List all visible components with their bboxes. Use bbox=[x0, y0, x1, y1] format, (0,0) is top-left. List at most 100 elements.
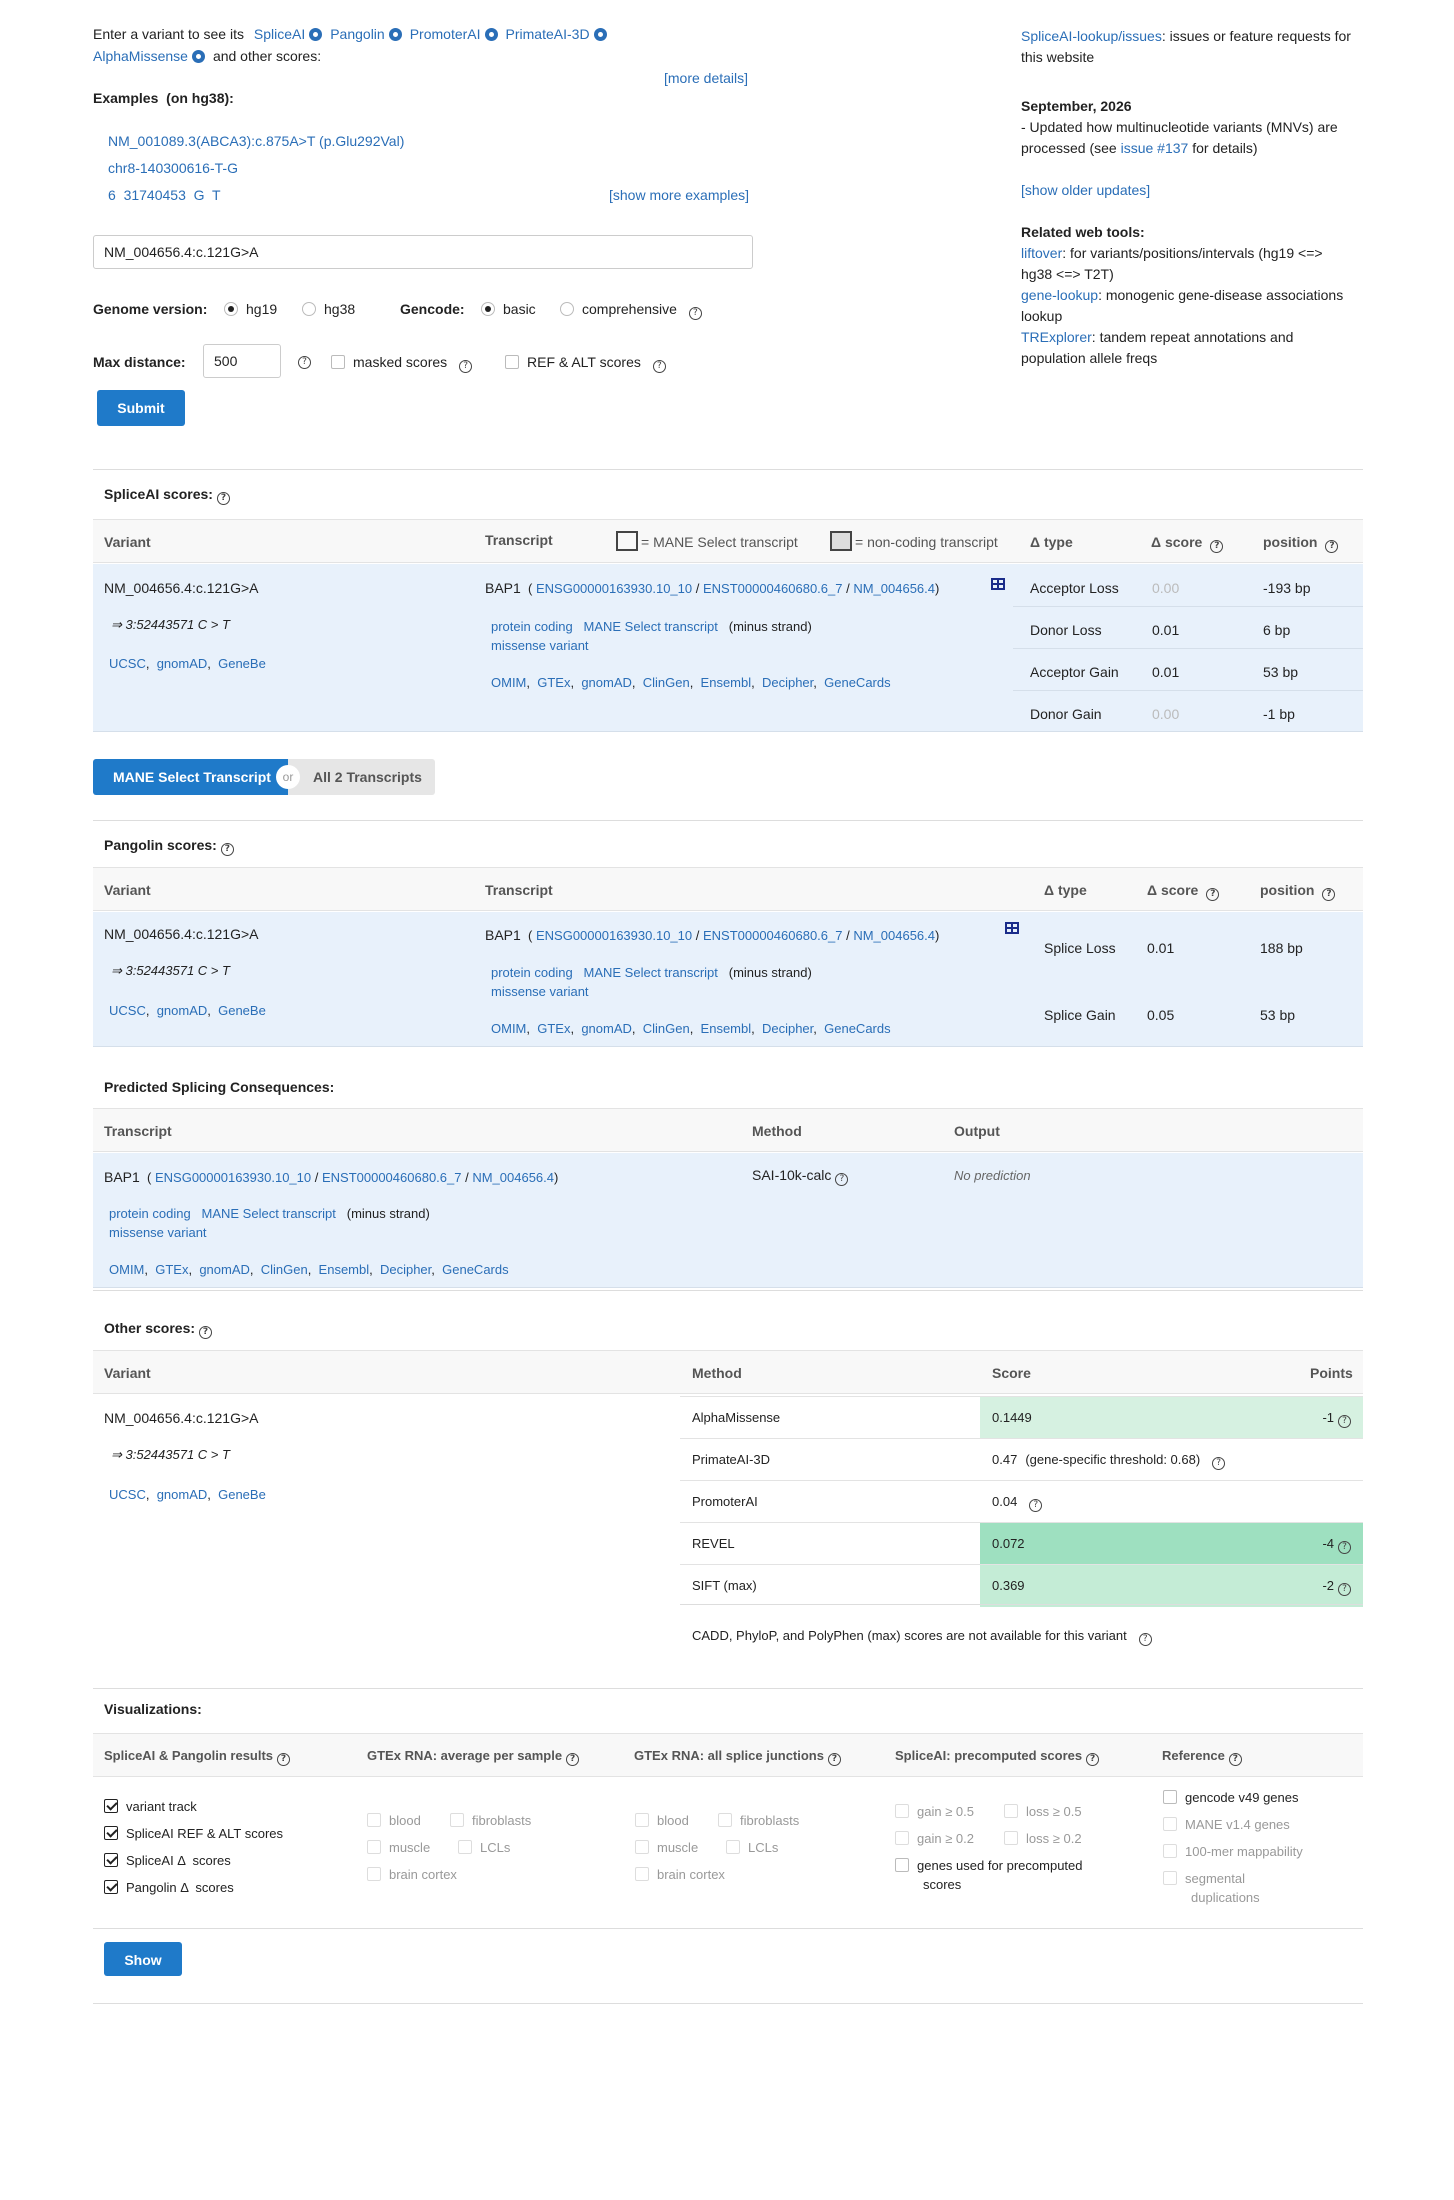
show-older-link[interactable]: [show older updates] bbox=[1021, 182, 1150, 198]
ensembl-link[interactable]: Ensembl bbox=[701, 1021, 752, 1036]
precomp-gain05-checkbox[interactable]: gain ≥ 0.5 bbox=[895, 1804, 974, 1819]
omim-link[interactable]: OMIM bbox=[491, 675, 526, 690]
checkbox-icon[interactable] bbox=[726, 1840, 740, 1854]
github-icon[interactable] bbox=[388, 28, 402, 41]
checkbox-icon[interactable] bbox=[367, 1813, 381, 1827]
help-icon[interactable]: ? bbox=[1210, 540, 1224, 553]
precomp-loss05-checkbox[interactable]: loss ≥ 0.5 bbox=[1004, 1804, 1082, 1819]
genome-hg19-radio[interactable]: hg19 bbox=[224, 301, 277, 317]
ref-segdup-checkbox[interactable]: segmental bbox=[1163, 1871, 1245, 1886]
nm-link[interactable]: NM_004656.4 bbox=[853, 928, 935, 943]
checkbox-icon[interactable] bbox=[718, 1813, 732, 1827]
more-details-link[interactable]: [more details] bbox=[664, 70, 748, 86]
genome-hg38-radio[interactable]: hg38 bbox=[302, 301, 355, 317]
ref-alt-checkbox[interactable]: REF & ALT scores? bbox=[505, 354, 666, 373]
example-link-3[interactable]: 6 31740453 G T bbox=[108, 187, 221, 203]
show-more-examples-link[interactable]: [show more examples] bbox=[609, 187, 749, 203]
gene-lookup-link[interactable]: gene-lookup bbox=[1021, 287, 1098, 303]
help-icon[interactable]: ? bbox=[1086, 1753, 1100, 1766]
help-icon[interactable]: ? bbox=[1338, 1415, 1351, 1428]
gnomad-gene-link[interactable]: gnomAD bbox=[199, 1262, 250, 1277]
checkbox-icon[interactable] bbox=[895, 1858, 909, 1872]
help-icon[interactable]: ? bbox=[1206, 888, 1220, 901]
checkbox-icon[interactable] bbox=[367, 1840, 381, 1854]
genecards-link[interactable]: GeneCards bbox=[442, 1262, 508, 1277]
github-icon[interactable] bbox=[309, 28, 323, 41]
show-button[interactable]: Show bbox=[104, 1942, 182, 1976]
omim-link[interactable]: OMIM bbox=[491, 1021, 526, 1036]
ensg-link[interactable]: ENSG00000163930.10_10 bbox=[536, 928, 692, 943]
gnomad-link[interactable]: gnomAD bbox=[157, 1003, 208, 1018]
decipher-link[interactable]: Decipher bbox=[762, 1021, 813, 1036]
help-icon[interactable]: ? bbox=[827, 1753, 841, 1766]
primateai-link[interactable]: PrimateAI-3D bbox=[506, 26, 590, 42]
genecards-link[interactable]: GeneCards bbox=[824, 1021, 890, 1036]
genebe-link[interactable]: GeneBe bbox=[218, 1487, 266, 1502]
ucsc-link[interactable]: UCSC bbox=[109, 1003, 146, 1018]
consequence-link[interactable]: missense variant bbox=[491, 984, 589, 999]
radio-icon[interactable] bbox=[224, 302, 238, 316]
consequence-link[interactable]: missense variant bbox=[109, 1225, 207, 1240]
gtex-junc-fibroblasts-checkbox[interactable]: fibroblasts bbox=[718, 1813, 799, 1828]
biotype-link[interactable]: protein coding bbox=[109, 1206, 191, 1221]
radio-icon[interactable] bbox=[302, 302, 316, 316]
table-icon[interactable] bbox=[1005, 922, 1019, 934]
gnomad-gene-link[interactable]: gnomAD bbox=[581, 1021, 632, 1036]
ensembl-link[interactable]: Ensembl bbox=[701, 675, 752, 690]
issue-137-link[interactable]: issue #137 bbox=[1121, 140, 1189, 156]
gnomad-link[interactable]: gnomAD bbox=[157, 1487, 208, 1502]
help-icon[interactable]: ? bbox=[652, 360, 666, 373]
checkbox-icon[interactable] bbox=[331, 355, 345, 369]
checkbox-icon[interactable] bbox=[635, 1813, 649, 1827]
gtex-junc-brain-checkbox[interactable]: brain cortex bbox=[635, 1867, 725, 1882]
gencode-comprehensive-radio[interactable]: comprehensive? bbox=[560, 301, 702, 320]
consequence-link[interactable]: missense variant bbox=[491, 638, 589, 653]
genecards-link[interactable]: GeneCards bbox=[824, 675, 890, 690]
gencode-basic-radio[interactable]: basic bbox=[481, 301, 536, 317]
checkbox-icon[interactable] bbox=[104, 1826, 118, 1840]
table-icon[interactable] bbox=[991, 578, 1005, 590]
issues-link[interactable]: SpliceAI-lookup/issues bbox=[1021, 28, 1162, 44]
max-distance-input[interactable]: 500 bbox=[203, 344, 281, 378]
example-link-2[interactable]: chr8-140300616-T-G bbox=[108, 160, 238, 176]
gtex-avg-fibroblasts-checkbox[interactable]: fibroblasts bbox=[450, 1813, 531, 1828]
checkbox-icon[interactable] bbox=[635, 1840, 649, 1854]
gtex-avg-lcls-checkbox[interactable]: LCLs bbox=[458, 1840, 510, 1855]
radio-icon[interactable] bbox=[481, 302, 495, 316]
gtex-junc-lcls-checkbox[interactable]: LCLs bbox=[726, 1840, 778, 1855]
ref-mane-checkbox[interactable]: MANE v1.4 genes bbox=[1163, 1817, 1290, 1832]
ref-gencode-checkbox[interactable]: gencode v49 genes bbox=[1163, 1790, 1298, 1805]
genebe-link[interactable]: GeneBe bbox=[218, 656, 266, 671]
help-icon[interactable]: ? bbox=[1138, 1633, 1152, 1646]
spliceai-link[interactable]: SpliceAI bbox=[254, 26, 305, 42]
checkbox-icon[interactable] bbox=[367, 1867, 381, 1881]
checkbox-icon[interactable] bbox=[895, 1804, 909, 1818]
gnomad-link[interactable]: gnomAD bbox=[157, 656, 208, 671]
help-icon[interactable]: ? bbox=[1325, 540, 1339, 553]
biotype-link[interactable]: protein coding bbox=[491, 619, 573, 634]
help-icon[interactable]: ? bbox=[199, 1326, 213, 1339]
github-icon[interactable] bbox=[484, 28, 498, 41]
viz-pangolin-delta-checkbox[interactable]: Pangolin Δ scores bbox=[104, 1880, 234, 1895]
mane-toggle-button[interactable]: MANE Select Transcript bbox=[93, 759, 288, 795]
checkbox-icon[interactable] bbox=[104, 1880, 118, 1894]
clingen-link[interactable]: ClinGen bbox=[643, 1021, 690, 1036]
clingen-link[interactable]: ClinGen bbox=[643, 675, 690, 690]
help-icon[interactable]: ? bbox=[298, 356, 311, 369]
checkbox-icon[interactable] bbox=[895, 1831, 909, 1845]
checkbox-icon[interactable] bbox=[1163, 1871, 1177, 1885]
help-icon[interactable]: ? bbox=[1228, 1753, 1242, 1766]
checkbox-icon[interactable] bbox=[458, 1840, 472, 1854]
checkbox-icon[interactable] bbox=[1004, 1831, 1018, 1845]
precomp-loss02-checkbox[interactable]: loss ≥ 0.2 bbox=[1004, 1831, 1082, 1846]
biotype-link[interactable]: protein coding bbox=[491, 965, 573, 980]
pangolin-link[interactable]: Pangolin bbox=[330, 26, 385, 42]
gnomad-gene-link[interactable]: gnomAD bbox=[581, 675, 632, 690]
promoterai-link[interactable]: PromoterAI bbox=[410, 26, 481, 42]
help-icon[interactable]: ? bbox=[220, 843, 234, 856]
help-icon[interactable]: ? bbox=[1338, 1583, 1351, 1596]
help-icon[interactable]: ? bbox=[1322, 888, 1336, 901]
enst-link[interactable]: ENST00000460680.6_7 bbox=[703, 928, 843, 943]
submit-button[interactable]: Submit bbox=[97, 390, 185, 426]
github-icon[interactable] bbox=[191, 50, 205, 63]
